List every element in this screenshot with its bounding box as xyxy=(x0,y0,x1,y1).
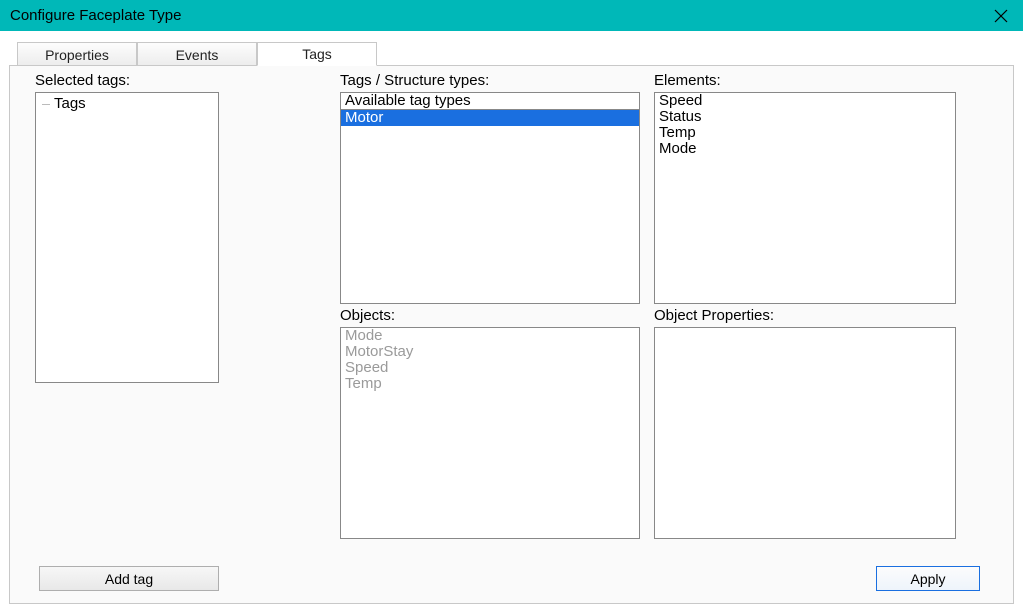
close-button[interactable] xyxy=(978,0,1023,31)
objects-section: Objects: Mode MotorStay Speed Temp xyxy=(340,307,640,539)
tags-panel: Selected tags: Tags Tags / Structure typ… xyxy=(9,65,1014,604)
list-item[interactable]: MotorStay xyxy=(341,344,639,360)
tab-label: Tags xyxy=(302,46,332,62)
selected-tags-section: Selected tags: Tags xyxy=(35,72,235,383)
tag-types-section: Tags / Structure types: Available tag ty… xyxy=(340,72,640,304)
tag-types-list[interactable]: Available tag types Motor xyxy=(340,92,640,304)
selected-tags-list[interactable]: Tags xyxy=(35,92,219,383)
selected-tags-label: Selected tags: xyxy=(35,72,235,89)
tree-item[interactable]: Tags xyxy=(42,95,212,113)
object-properties-label: Object Properties: xyxy=(654,307,956,324)
dialog-body: Properties Events Tags Selected tags: Ta… xyxy=(0,31,1023,613)
tab-label: Properties xyxy=(45,47,109,63)
tab-label: Events xyxy=(176,47,219,63)
tab-properties[interactable]: Properties xyxy=(17,42,137,66)
list-item[interactable]: Motor xyxy=(341,110,639,126)
list-item[interactable]: Speed xyxy=(341,360,639,376)
elements-list[interactable]: Speed Status Temp Mode xyxy=(654,92,956,304)
tab-events[interactable]: Events xyxy=(137,42,257,66)
list-item[interactable]: Mode xyxy=(655,141,955,157)
close-icon xyxy=(994,9,1008,23)
list-item[interactable]: Temp xyxy=(341,376,639,392)
list-item[interactable]: Speed xyxy=(655,93,955,109)
elements-section: Elements: Speed Status Temp Mode xyxy=(654,72,956,304)
tab-strip: Properties Events Tags xyxy=(17,41,1014,65)
button-label: Add tag xyxy=(105,571,153,587)
configure-faceplate-window: Configure Faceplate Type Properties Even… xyxy=(0,0,1023,613)
tag-types-label: Tags / Structure types: xyxy=(340,72,640,89)
window-title: Configure Faceplate Type xyxy=(10,7,182,24)
objects-label: Objects: xyxy=(340,307,640,324)
object-properties-section: Object Properties: xyxy=(654,307,956,539)
list-item[interactable]: Mode xyxy=(341,328,639,344)
titlebar: Configure Faceplate Type xyxy=(0,0,1023,31)
apply-button[interactable]: Apply xyxy=(876,566,980,591)
object-properties-list[interactable] xyxy=(654,327,956,539)
list-item[interactable]: Status xyxy=(655,109,955,125)
list-item[interactable]: Temp xyxy=(655,125,955,141)
objects-list[interactable]: Mode MotorStay Speed Temp xyxy=(340,327,640,539)
tag-types-header[interactable]: Available tag types xyxy=(341,93,639,110)
button-label: Apply xyxy=(910,571,945,587)
add-tag-button[interactable]: Add tag xyxy=(39,566,219,591)
elements-label: Elements: xyxy=(654,72,956,89)
tab-tags[interactable]: Tags xyxy=(257,42,377,66)
